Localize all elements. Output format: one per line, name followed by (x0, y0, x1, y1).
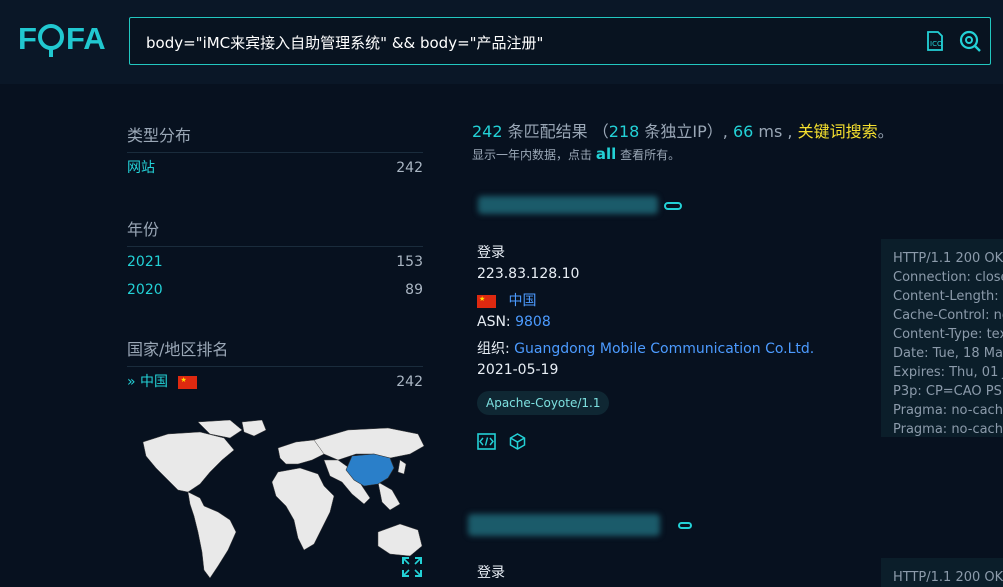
fullscreen-icon[interactable] (401, 556, 423, 578)
year-item-count: 89 (405, 282, 423, 298)
all-link[interactable]: all (596, 145, 616, 163)
response-line: HTTP/1.1 200 OK (893, 570, 1003, 585)
unique-ip-count: 218 (608, 122, 640, 141)
year-item-label[interactable]: 2020 (127, 276, 163, 304)
result-country[interactable]: 中国 (477, 290, 536, 310)
svg-text:F: F (18, 21, 37, 56)
type-item-label[interactable]: 网站 (127, 154, 155, 182)
year-item-2021[interactable]: 2021 153 (127, 248, 423, 276)
code-icon[interactable] (477, 433, 496, 450)
close-paren: ）, (706, 122, 728, 141)
country-item-label[interactable]: 中国 (140, 374, 168, 390)
result-country-link[interactable]: 中国 (508, 293, 536, 309)
filter-sidebar: 类型分布 网站 242 年份 2021 153 2020 89 国家/地区排名 … (127, 122, 423, 396)
response-line: P3p: CP=CAO PS (893, 384, 1002, 399)
asn-link[interactable]: 9808 (515, 314, 551, 330)
china-flag-icon (477, 294, 496, 308)
result-asn: ASN: 9808 (477, 314, 551, 330)
country-item[interactable]: » 中国 (127, 368, 205, 396)
search-input[interactable] (144, 18, 908, 66)
server-badge[interactable]: Apache-Coyote/1.1 (477, 391, 610, 415)
org-link[interactable]: Guangdong Mobile Communication Co.Ltd. (514, 341, 814, 357)
china-flag-icon (178, 375, 198, 389)
sub-before: 显示一年内数据，点击 (472, 148, 593, 162)
response-line: Expires: Thu, 01 J (893, 365, 1003, 380)
redacted-host (468, 514, 660, 536)
year-item-2020[interactable]: 2020 89 (127, 276, 423, 304)
result-title[interactable]: 登录 (477, 242, 505, 262)
summary-period: 。 (877, 122, 894, 141)
search-box: ICO (129, 17, 991, 66)
advanced-search-icon[interactable] (959, 30, 981, 52)
fofa-logo[interactable]: F FA (18, 18, 114, 58)
type-item-website[interactable]: 网站 242 (127, 154, 423, 182)
type-distribution-title: 类型分布 (127, 122, 423, 153)
query-ms: 66 (732, 122, 754, 141)
asn-label: ASN: (477, 314, 511, 330)
svg-text:ICO: ICO (930, 40, 943, 48)
response-header-panel[interactable]: HTTP/1.1 200 OK Connection: close Conten… (881, 239, 1003, 437)
ico-search-icon[interactable]: ICO (924, 30, 946, 52)
type-item-count: 242 (396, 160, 423, 176)
response-line: Pragma: no-cache (893, 422, 1003, 437)
ms-label: ms , (758, 122, 793, 141)
summary-subtext: 显示一年内数据，点击 all 查看所有。 (472, 145, 680, 163)
result-org: 组织: Guangdong Mobile Communication Co.Lt… (477, 338, 814, 358)
chevron-right-icon: » (127, 374, 136, 390)
open-paren: （ (592, 122, 609, 141)
country-item-china[interactable]: » 中国 242 (127, 368, 423, 396)
result-date: 2021-05-19 (477, 362, 559, 378)
response-line: Date: Tue, 18 Ma (893, 346, 1003, 361)
response-line: Connection: close (893, 270, 1003, 285)
country-item-count: 242 (396, 374, 423, 390)
year-title: 年份 (127, 216, 423, 247)
response-line: Pragma: no-cache (893, 403, 1003, 418)
response-header-panel[interactable]: HTTP/1.1 200 OK (881, 558, 1003, 587)
response-line: Content-Length: 1 (893, 289, 1003, 304)
keyword-search-link[interactable]: 关键词搜索 (798, 122, 878, 141)
result-ip-link[interactable]: 223.83.128.10 (477, 266, 579, 282)
svg-text:FA: FA (66, 21, 106, 56)
total-count: 242 (472, 122, 503, 141)
year-item-label[interactable]: 2021 (127, 248, 163, 276)
unique-ip-label: 条独立IP (644, 122, 707, 141)
response-line: HTTP/1.1 200 OK (893, 251, 1003, 266)
year-item-count: 153 (396, 254, 423, 270)
response-line: Content-Type: tex (893, 327, 1003, 342)
total-label: 条匹配结果 (507, 122, 588, 141)
redacted-host (478, 196, 658, 214)
link-icon[interactable] (678, 522, 692, 529)
sub-after: 查看所有。 (620, 148, 681, 162)
world-map[interactable] (138, 420, 428, 585)
result-summary: 242 条匹配结果 （218 条独立IP）, 66 ms , 关键词搜索。 (472, 118, 894, 142)
result-title[interactable]: 登录 (477, 562, 505, 582)
response-line: Cache-Control: no (893, 308, 1003, 323)
header-bar: F FA ICO (0, 0, 1003, 84)
org-label: 组织: (477, 341, 510, 357)
country-ranking-title: 国家/地区排名 (127, 336, 423, 367)
link-icon[interactable] (664, 202, 682, 210)
cube-icon[interactable] (509, 433, 526, 450)
